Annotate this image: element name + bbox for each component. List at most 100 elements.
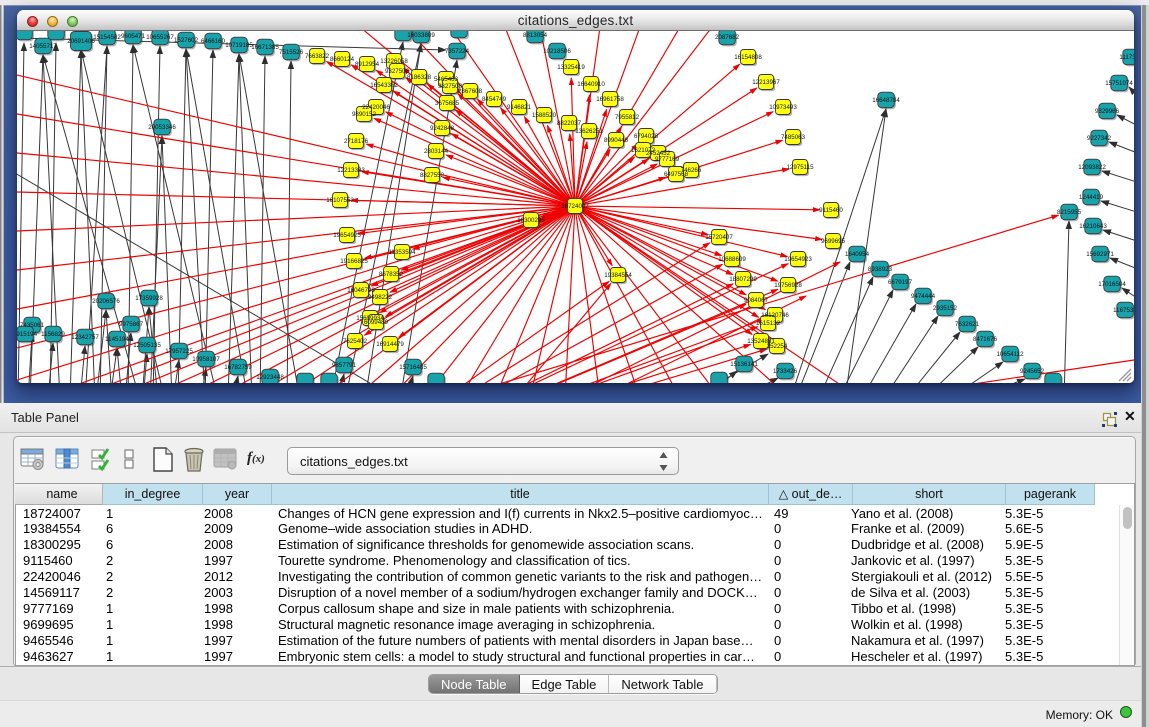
svg-text:9975867: 9975867: [119, 321, 144, 328]
svg-text:12975115: 12975115: [786, 164, 814, 171]
svg-text:17016504: 17016504: [1098, 281, 1126, 288]
svg-text:16210643: 16210643: [1079, 223, 1107, 230]
svg-text:15154582: 15154582: [93, 34, 121, 41]
svg-text:17957225: 17957225: [165, 348, 193, 355]
svg-text:2718176: 2718176: [344, 138, 369, 145]
svg-text:16033809: 16033809: [407, 32, 435, 39]
svg-text:5465463: 5465463: [434, 76, 459, 83]
svg-text:16914479: 16914479: [376, 341, 404, 348]
svg-text:16782759: 16782759: [224, 364, 252, 371]
svg-text:10688609: 10688609: [718, 256, 746, 263]
svg-text:12093822: 12093822: [1078, 164, 1106, 171]
svg-text:7515526: 7515526: [279, 49, 304, 56]
svg-text:1117333: 1117333: [1119, 54, 1134, 61]
svg-text:12923448: 12923448: [256, 374, 284, 381]
svg-text:12213383: 12213383: [337, 167, 365, 174]
svg-text:2867608: 2867608: [458, 88, 483, 95]
svg-text:9227342: 9227342: [1087, 135, 1112, 142]
svg-text:16543362: 16543362: [370, 82, 398, 89]
svg-text:16120746: 16120746: [761, 312, 789, 319]
svg-text:1145194: 1145194: [105, 336, 129, 343]
svg-text:8990448: 8990448: [604, 137, 629, 144]
svg-text:8215955: 8215955: [1057, 209, 1082, 216]
svg-text:1156829: 1156829: [41, 331, 65, 338]
svg-text:9699695: 9699695: [821, 238, 846, 245]
svg-text:15716485: 15716485: [399, 364, 427, 371]
svg-text:9146821: 9146821: [507, 104, 532, 111]
svg-text:12213967: 12213967: [752, 79, 780, 86]
svg-text:19654925: 19654925: [333, 232, 361, 239]
svg-text:13626251: 13626251: [575, 128, 603, 135]
svg-text:1527602: 1527602: [174, 37, 199, 44]
svg-text:15136141: 15136141: [730, 361, 758, 368]
svg-text:10958107: 10958107: [192, 356, 220, 363]
svg-text:1615132: 1615132: [756, 320, 781, 327]
svg-text:8678352: 8678352: [379, 271, 404, 278]
svg-text:9605471: 9605471: [121, 33, 146, 40]
svg-text:2935152: 2935152: [933, 305, 958, 312]
svg-text:16107553: 16107553: [326, 197, 354, 204]
svg-text:1588520: 1588520: [532, 112, 557, 119]
svg-text:746266: 746266: [681, 167, 702, 174]
svg-text:18807299: 18807299: [729, 276, 757, 283]
svg-text:19654923: 19654923: [784, 256, 812, 263]
svg-text:18300295: 18300295: [517, 217, 545, 224]
svg-text:252254: 252254: [767, 343, 788, 350]
svg-text:3915194: 3915194: [17, 331, 38, 338]
svg-text:13325419: 13325419: [557, 64, 585, 71]
svg-text:10655267: 10655267: [146, 34, 174, 41]
svg-text:12342757: 12342757: [71, 334, 99, 341]
svg-text:16671385: 16671385: [251, 44, 279, 51]
svg-text:10218506: 10218506: [543, 48, 571, 55]
svg-text:16154808: 16154808: [734, 54, 762, 61]
svg-text:1640954: 1640954: [845, 251, 870, 258]
svg-text:8938923: 8938923: [868, 266, 893, 273]
svg-text:8471676: 8471676: [973, 336, 998, 343]
svg-text:7625402: 7625402: [343, 338, 368, 345]
svg-text:16648784: 16648784: [872, 97, 900, 104]
svg-text:8186328: 8186328: [407, 74, 432, 81]
svg-text:1733426: 1733426: [773, 368, 798, 375]
svg-text:9245652: 9245652: [1020, 368, 1045, 375]
svg-text:8660124: 8660124: [330, 56, 355, 63]
svg-text:8454749: 8454749: [482, 96, 507, 103]
svg-text:9327506: 9327506: [385, 68, 410, 75]
svg-text:3675685: 3675685: [435, 100, 460, 107]
svg-text:15692971: 15692971: [1086, 251, 1114, 258]
svg-text:9115460: 9115460: [819, 207, 843, 214]
svg-text:2803144: 2803144: [424, 148, 449, 155]
svg-text:20691406: 20691406: [67, 38, 95, 45]
svg-text:16046798: 16046798: [347, 287, 375, 294]
svg-text:9857791: 9857791: [332, 362, 357, 369]
svg-text:6466160: 6466160: [201, 38, 226, 45]
svg-text:6099489: 6099489: [364, 319, 389, 326]
svg-text:16961758: 16961758: [596, 96, 624, 103]
svg-text:16640910: 16640910: [577, 81, 605, 88]
svg-text:7485063: 7485063: [781, 134, 806, 141]
svg-text:9890152: 9890152: [352, 111, 377, 118]
svg-text:6679197: 6679197: [888, 279, 913, 286]
svg-text:12505135: 12505135: [133, 342, 161, 349]
svg-text:8813054: 8813054: [523, 32, 548, 39]
svg-text:7435061: 7435061: [20, 322, 45, 329]
svg-text:22420046: 22420046: [362, 104, 390, 111]
svg-text:9242848: 9242848: [430, 125, 455, 132]
svg-text:8822037: 8822037: [557, 120, 582, 127]
svg-text:19384554: 19384554: [604, 272, 632, 279]
svg-text:10973493: 10973493: [769, 104, 797, 111]
svg-text:14055717: 14055717: [29, 43, 57, 50]
svg-text:13226058: 13226058: [380, 58, 408, 65]
svg-text:20053346: 20053346: [148, 124, 176, 131]
svg-text:17359928: 17359928: [135, 295, 163, 302]
svg-text:19756928: 19756928: [774, 282, 802, 289]
svg-text:2087682: 2087682: [715, 34, 740, 41]
svg-text:7632621: 7632621: [955, 321, 980, 328]
svg-text:1167533: 1167533: [1113, 307, 1134, 314]
svg-text:1244419: 1244419: [1079, 194, 1104, 201]
svg-text:9498222: 9498222: [368, 294, 393, 301]
svg-text:7955812: 7955812: [615, 114, 640, 121]
svg-text:9084067: 9084067: [744, 297, 769, 304]
svg-text:9777169: 9777169: [655, 156, 680, 163]
svg-text:15751074: 15751074: [1105, 80, 1133, 87]
svg-text:20206576: 20206576: [92, 298, 120, 305]
